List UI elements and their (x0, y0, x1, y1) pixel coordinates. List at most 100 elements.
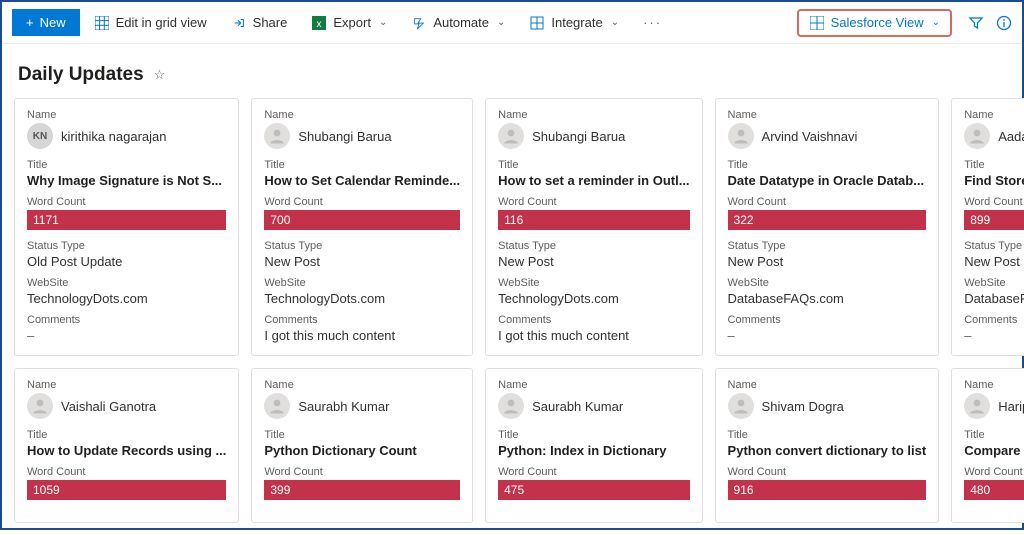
automate-icon (411, 15, 427, 31)
field-label-name: Name (964, 379, 1024, 391)
title-value: How to Update Records using ... (27, 443, 226, 458)
gallery-card[interactable]: NameShivam DograTitlePython convert dict… (715, 368, 940, 523)
integrate-icon (529, 15, 545, 31)
person-field: Shubangi Barua (498, 123, 689, 149)
field-label-wordcount: Word Count (27, 196, 226, 208)
field-label-name: Name (728, 379, 927, 391)
title-value: Python: Index in Dictionary (498, 443, 689, 458)
title-value: Date Datatype in Oracle Datab... (728, 173, 927, 188)
field-label-title: Title (728, 159, 927, 171)
field-label-name: Name (264, 109, 460, 121)
person-name: Haripriya Dhall (998, 399, 1024, 414)
person-name: Aadarsh Vikram Singh (998, 129, 1024, 144)
field-label-website: WebSite (728, 277, 927, 289)
gallery-card[interactable]: NameSaurabh KumarTitlePython: Index in D… (485, 368, 702, 523)
field-label-wordcount: Word Count (964, 466, 1024, 478)
field-label-comments: Comments (264, 314, 460, 326)
field-label-website: WebSite (27, 277, 226, 289)
command-bar: + New Edit in grid view Share x Export ⌄… (2, 2, 1022, 44)
field-label-status: Status Type (27, 240, 226, 252)
field-label-title: Title (264, 429, 460, 441)
gallery-card[interactable]: NameHaripriya DhallTitleCompare two stri… (951, 368, 1024, 523)
wordcount-value: 700 (264, 210, 460, 230)
person-name: Arvind Vaishnavi (762, 129, 858, 144)
gallery-card[interactable]: Name Arvind Vaishnavi Title Date Datatype i… (715, 98, 940, 356)
avatar (498, 123, 524, 149)
field-label-title: Title (27, 159, 226, 171)
field-label-website: WebSite (264, 277, 460, 289)
overflow-button[interactable]: ··· (633, 11, 672, 34)
title-value: Python Dictionary Count (264, 443, 460, 458)
export-label: Export (333, 15, 371, 30)
wordcount-value: 899 (964, 210, 1024, 230)
website-value: TechnologyDots.com (27, 291, 226, 306)
gallery-card[interactable]: NameShubangi BaruaTitleHow to set a remi… (485, 98, 702, 356)
info-icon[interactable] (996, 15, 1012, 31)
field-label-name: Name (27, 109, 226, 121)
wordcount-value: 1059 (27, 480, 226, 500)
field-label-wordcount: Word Count (264, 466, 460, 478)
field-label-title: Title (27, 429, 226, 441)
page-title: Daily Updates (18, 64, 144, 86)
field-label-title: Title (728, 429, 927, 441)
title-value: Find Store Procedure in SQL S... (964, 173, 1024, 188)
avatar (264, 393, 290, 419)
grid-icon (94, 15, 110, 31)
edit-grid-button[interactable]: Edit in grid view (84, 11, 217, 35)
chevron-down-icon: ⌄ (611, 17, 619, 28)
view-selector[interactable]: Salesforce View ⌄ (797, 9, 952, 37)
field-label-comments: Comments (498, 314, 689, 326)
edit-grid-label: Edit in grid view (116, 15, 207, 30)
status-value: New Post (728, 254, 927, 269)
field-label-title: Title (964, 159, 1024, 171)
avatar (964, 123, 990, 149)
field-label-status: Status Type (728, 240, 927, 252)
field-label-website: WebSite (498, 277, 689, 289)
gallery-card[interactable]: NameKNkirithika nagarajanTitleWhy Image … (14, 98, 239, 356)
avatar (27, 393, 53, 419)
wordcount-value: 475 (498, 480, 689, 500)
export-button[interactable]: x Export ⌄ (301, 11, 397, 35)
wordcount-value: 399 (264, 480, 460, 500)
chevron-down-icon: ⌄ (497, 17, 505, 28)
share-button[interactable]: Share (221, 11, 298, 35)
field-label-wordcount: Word Count (728, 196, 927, 208)
title-value: How to set a reminder in Outl... (498, 173, 689, 188)
person-field: Vaishali Ganotra (27, 393, 226, 419)
title-value: Compare two strings in typesc... (964, 443, 1024, 458)
wordcount-value: 116 (498, 210, 689, 230)
favorite-star-icon[interactable]: ☆ (154, 67, 166, 83)
field-label-status: Status Type (498, 240, 689, 252)
avatar (728, 123, 754, 149)
integrate-button[interactable]: Integrate ⌄ (519, 11, 629, 35)
chevron-down-icon: ⌄ (379, 17, 387, 28)
filter-icon[interactable] (968, 15, 984, 31)
status-value: New Post (264, 254, 460, 269)
field-label-wordcount: Word Count (27, 466, 226, 478)
new-button[interactable]: + New (12, 9, 80, 36)
person-field: Haripriya Dhall (964, 393, 1024, 419)
gallery-card[interactable]: NameVaishali GanotraTitleHow to Update R… (14, 368, 239, 523)
field-label-wordcount: Word Count (964, 196, 1024, 208)
field-label-status: Status Type (264, 240, 460, 252)
gallery-card[interactable]: NameSaurabh KumarTitlePython Dictionary … (251, 368, 473, 523)
field-label-comments: Comments (27, 314, 226, 326)
field-label-comments: Comments (728, 314, 927, 326)
person-name: Saurabh Kumar (532, 399, 623, 414)
automate-button[interactable]: Automate ⌄ (401, 11, 515, 35)
comments-value: – (728, 328, 927, 343)
person-field: Shubangi Barua (264, 123, 460, 149)
field-label-name: Name (728, 109, 927, 121)
field-label-title: Title (498, 429, 689, 441)
avatar (964, 393, 990, 419)
person-field: Shivam Dogra (728, 393, 927, 419)
gallery-card[interactable]: NameShubangi BaruaTitleHow to Set Calend… (251, 98, 473, 356)
view-label: Salesforce View (831, 15, 924, 30)
avatar: KN (27, 123, 53, 149)
ellipsis-icon: ··· (643, 15, 662, 30)
gallery-card[interactable]: NameAadarsh Vikram SinghTitleFind Store … (951, 98, 1024, 356)
website-value: DatabaseFAQs.com (964, 291, 1024, 306)
share-label: Share (253, 15, 288, 30)
title-value: How to Set Calendar Reminde... (264, 173, 460, 188)
person-name: Shubangi Barua (532, 129, 625, 144)
